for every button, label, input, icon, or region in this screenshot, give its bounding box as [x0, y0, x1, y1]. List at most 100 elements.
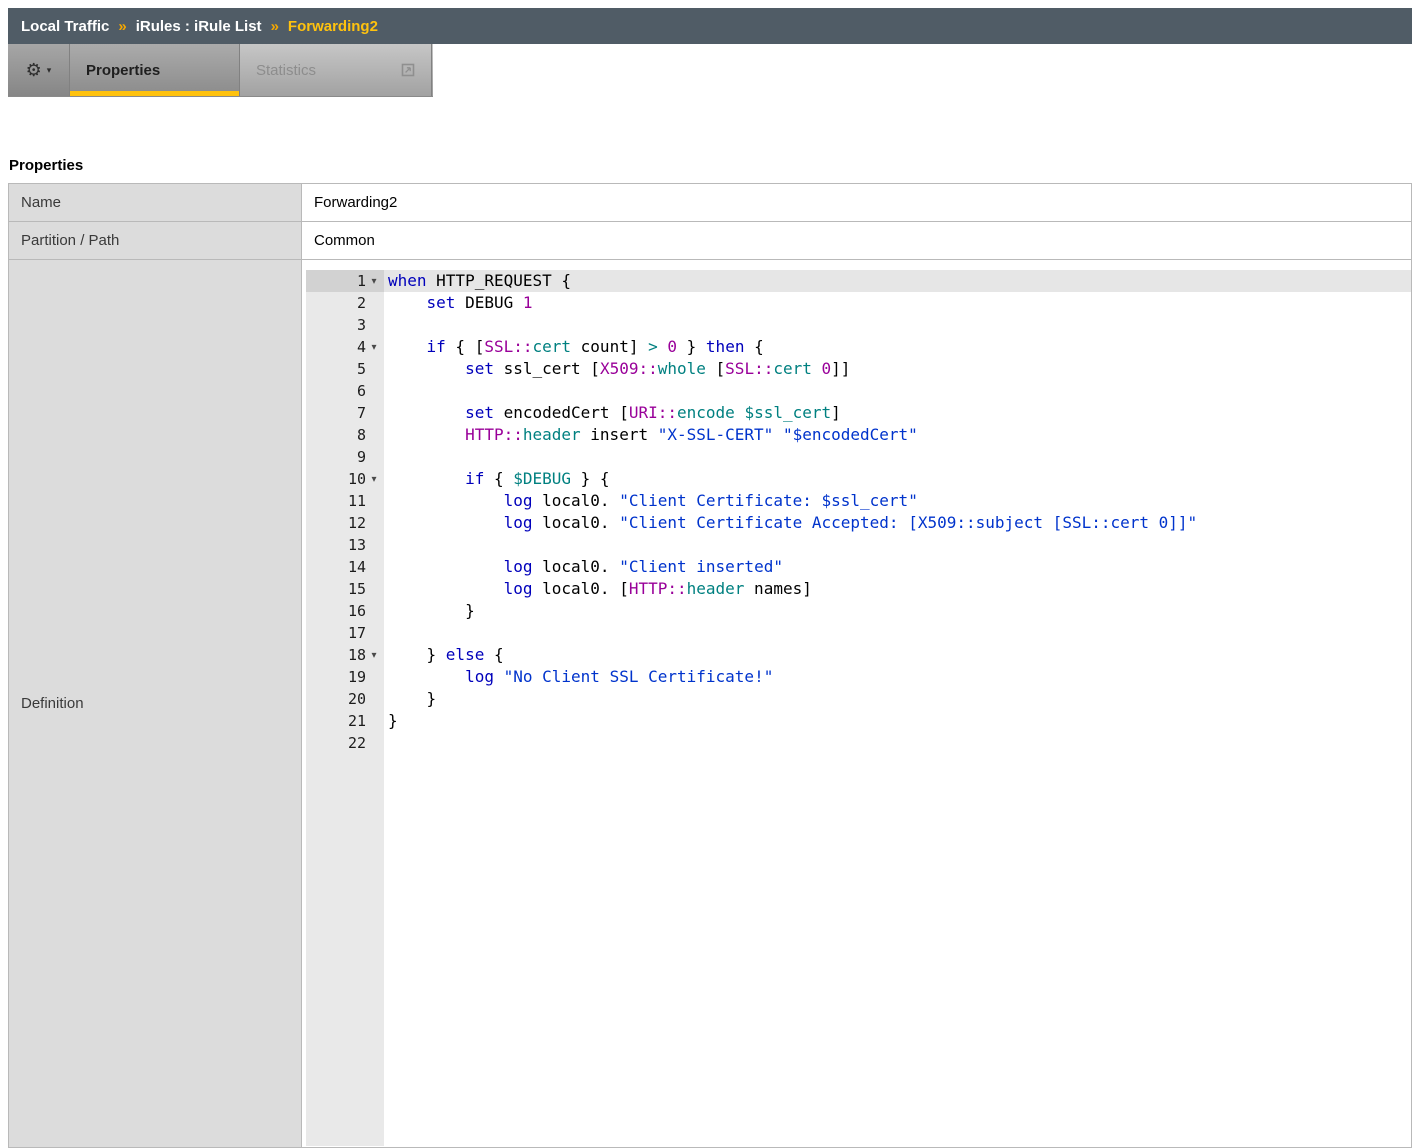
code-line[interactable] — [384, 622, 1411, 644]
code-token: encode — [677, 403, 735, 422]
gear-icon: ⚙ — [26, 61, 42, 79]
line-number: 19 — [348, 668, 366, 686]
popup-icon — [401, 63, 415, 77]
code-line[interactable]: } else { — [384, 644, 1411, 666]
fold-icon[interactable]: ▾ — [366, 276, 382, 287]
gutter-line: 21 — [306, 710, 384, 732]
breadcrumb-item-irule-list[interactable]: iRules : iRule List — [136, 18, 262, 35]
gutter-line: 9 — [306, 446, 384, 468]
fold-icon[interactable]: ▾ — [366, 650, 382, 661]
code-token: > — [648, 337, 658, 356]
code-line[interactable]: when HTTP_REQUEST { — [384, 270, 1411, 292]
row-label-name: Name — [9, 184, 302, 222]
code-token: set — [465, 359, 494, 378]
code-token: log — [504, 491, 533, 510]
code-token: "X-SSL-CERT" — [658, 425, 774, 444]
code-line[interactable]: set DEBUG 1 — [384, 292, 1411, 314]
code-token: count] — [571, 337, 648, 356]
code-line[interactable]: } — [384, 688, 1411, 710]
code-line[interactable]: set encodedCert [URI::encode $ssl_cert] — [384, 402, 1411, 424]
code-token: } — [388, 689, 436, 708]
gutter-line: 12 — [306, 512, 384, 534]
code-line[interactable]: log local0. "Client Certificate: $ssl_ce… — [384, 490, 1411, 512]
gutter-line: 14 — [306, 556, 384, 578]
code-token — [735, 403, 745, 422]
code-token: [ — [706, 359, 725, 378]
code-token: } — [677, 337, 706, 356]
code-line[interactable] — [384, 732, 1411, 754]
gutter-line: 8 — [306, 424, 384, 446]
code-token: when — [388, 271, 427, 290]
code-token — [773, 425, 783, 444]
code-token: URI:: — [629, 403, 677, 422]
breadcrumb-separator-icon: » — [118, 18, 126, 35]
code-line[interactable]: set ssl_cert [X509::whole [SSL::cert 0]] — [384, 358, 1411, 380]
code-line[interactable]: } — [384, 600, 1411, 622]
code-token: 1 — [523, 293, 533, 312]
code-token: if — [465, 469, 484, 488]
line-number: 11 — [348, 492, 366, 510]
line-number: 10 — [348, 470, 366, 488]
tab-statistics[interactable]: Statistics — [240, 44, 432, 96]
code-line[interactable]: log local0. "Client Certificate Accepted… — [384, 512, 1411, 534]
code-line[interactable]: log local0. [HTTP::header names] — [384, 578, 1411, 600]
code-line[interactable]: if { $DEBUG } { — [384, 468, 1411, 490]
code-line[interactable]: log local0. "Client inserted" — [384, 556, 1411, 578]
code-token: "Client inserted" — [619, 557, 783, 576]
definition-cell: 1▾234▾5678910▾1112131415161718▾19202122 … — [302, 260, 1412, 1148]
code-token: header — [687, 579, 745, 598]
gutter-line: 1▾ — [306, 270, 384, 292]
code-editor[interactable]: 1▾234▾5678910▾1112131415161718▾19202122 … — [306, 270, 1411, 1146]
code-line[interactable]: } — [384, 710, 1411, 732]
code-token: HTTP:: — [629, 579, 687, 598]
gutter-line: 2 — [306, 292, 384, 314]
code-line[interactable] — [384, 380, 1411, 402]
code-token: insert — [581, 425, 658, 444]
breadcrumb: Local Traffic » iRules : iRule List » Fo… — [8, 8, 1412, 44]
fold-icon[interactable]: ▾ — [366, 342, 382, 353]
gutter-line: 18▾ — [306, 644, 384, 666]
editor-code[interactable]: when HTTP_REQUEST { set DEBUG 1 if { [SS… — [384, 270, 1411, 1146]
code-token — [388, 425, 465, 444]
line-number: 4 — [357, 338, 366, 356]
properties-table: Name Forwarding2 Partition / Path Common… — [8, 183, 1412, 1148]
code-line[interactable]: HTTP::header insert "X-SSL-CERT" "$encod… — [384, 424, 1411, 446]
code-token: "Client Certificate: $ssl_cert" — [619, 491, 918, 510]
line-number: 5 — [357, 360, 366, 378]
code-line[interactable]: log "No Client SSL Certificate!" — [384, 666, 1411, 688]
table-row-name: Name Forwarding2 — [9, 184, 1412, 222]
gutter-line: 7 — [306, 402, 384, 424]
code-token: encodedCert [ — [494, 403, 629, 422]
code-token: $ssl_cert — [744, 403, 831, 422]
code-token: } — [388, 601, 475, 620]
breadcrumb-item-local-traffic[interactable]: Local Traffic — [21, 18, 109, 35]
code-token — [388, 491, 504, 510]
code-token: local0. [ — [533, 579, 629, 598]
row-label-partition: Partition / Path — [9, 222, 302, 260]
code-token: local0. — [533, 513, 620, 532]
code-token — [388, 667, 465, 686]
options-menu-button[interactable]: ⚙ ▾ — [8, 44, 70, 96]
code-line[interactable] — [384, 314, 1411, 336]
gutter-line: 11 — [306, 490, 384, 512]
line-number: 3 — [357, 316, 366, 334]
gutter-line: 3 — [306, 314, 384, 336]
code-line[interactable]: if { [SSL::cert count] > 0 } then { — [384, 336, 1411, 358]
code-line[interactable] — [384, 446, 1411, 468]
chevron-down-icon: ▾ — [47, 65, 52, 76]
code-token — [388, 557, 504, 576]
name-value: Forwarding2 — [302, 184, 1412, 222]
editor-gutter: 1▾234▾5678910▾1112131415161718▾19202122 — [306, 270, 384, 1146]
code-token — [388, 579, 504, 598]
code-line[interactable] — [384, 534, 1411, 556]
tab-properties-label: Properties — [86, 62, 160, 79]
code-token: { — [484, 645, 503, 664]
fold-icon[interactable]: ▾ — [366, 474, 382, 485]
code-token: } — [388, 711, 398, 730]
tab-properties[interactable]: Properties — [70, 44, 240, 96]
gutter-line: 10▾ — [306, 468, 384, 490]
gutter-line: 5 — [306, 358, 384, 380]
gutter-line: 22 — [306, 732, 384, 754]
gutter-line: 13 — [306, 534, 384, 556]
code-token: DEBUG — [455, 293, 522, 312]
